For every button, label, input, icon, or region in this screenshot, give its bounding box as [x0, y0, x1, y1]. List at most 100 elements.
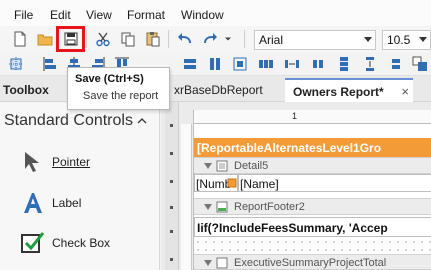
- font-name-value: Arial: [259, 33, 284, 47]
- band-header-summary[interactable]: ExecutiveSummaryProjectTotal: [194, 254, 431, 270]
- same-height-icon: [210, 58, 220, 70]
- undo-icon: [178, 33, 191, 44]
- toolbox-item-label[interactable]: Label: [20, 188, 155, 218]
- toolbox-header: Toolbox: [3, 83, 49, 97]
- label-icon: [24, 193, 42, 213]
- close-icon[interactable]: ×: [401, 84, 409, 99]
- redo-icon: [204, 33, 217, 44]
- expression-cell[interactable]: Iif(?IncludeFeesSummary, 'Accep: [194, 217, 431, 237]
- font-size-select[interactable]: 10.5: [382, 30, 431, 50]
- name-cell[interactable]: [Name]: [238, 174, 431, 192]
- tab-owners-report[interactable]: Owners Report* ×: [285, 78, 413, 102]
- tab-xrbasedbreport[interactable]: xrBaseDbReport: [166, 78, 271, 102]
- group-header-text: [ReportableAlternatesLevel1Gro: [197, 141, 382, 155]
- smart-tag-icon[interactable]: [227, 178, 237, 188]
- toolbox-item-label: Pointer: [52, 155, 91, 169]
- folder-icon: [37, 34, 53, 46]
- menu-window[interactable]: Window: [181, 8, 224, 22]
- strip-marker: [170, 152, 173, 155]
- layout-toolbar: [0, 52, 431, 76]
- clipboard-icon: [146, 32, 160, 47]
- tab-label: Owners Report*: [293, 85, 384, 99]
- menu-file[interactable]: File: [14, 8, 33, 22]
- toolbox-item-pointer[interactable]: Pointer: [20, 147, 155, 177]
- menu-format[interactable]: Format: [127, 8, 165, 22]
- band-label: Detail5: [234, 160, 269, 172]
- v-spacing-icon: [340, 57, 348, 71]
- chevron-down-icon: [225, 37, 231, 41]
- tooltip-title: Save (Ctrl+S): [75, 73, 144, 85]
- collapse-triangle-icon[interactable]: [204, 163, 212, 169]
- copy-icon: [121, 32, 135, 47]
- size-to-grid-button[interactable]: [230, 54, 250, 74]
- v-spacing-increase-icon: [366, 57, 374, 71]
- same-width-icon: [184, 59, 196, 69]
- toolbox-item-checkbox[interactable]: Check Box: [20, 228, 155, 258]
- menu-edit[interactable]: Edit: [50, 8, 71, 22]
- toolbox-item-label: Check Box: [52, 236, 111, 250]
- tooltip-description: Save the report: [83, 90, 159, 102]
- chevron-up-icon[interactable]: [137, 116, 147, 126]
- align-lefts-button[interactable]: [40, 54, 60, 74]
- band-grid: [194, 238, 431, 252]
- vertical-ruler: [181, 124, 192, 270]
- bring-to-front-button[interactable]: [410, 54, 430, 74]
- grid-align-icon: [9, 57, 23, 71]
- save-button-highlight: [56, 26, 85, 52]
- detail-band-icon: [216, 160, 228, 172]
- band-strip: [165, 102, 179, 270]
- report-designer: 1 [ReportableAlternatesLevel1Gro Detail5…: [161, 102, 431, 270]
- make-same-height-button[interactable]: [205, 54, 225, 74]
- h-spacing-equal-button[interactable]: [256, 54, 276, 74]
- toolbox-panel: Standard Controls Pointer Label Check Bo…: [0, 102, 160, 270]
- group-header-band[interactable]: [ReportableAlternatesLevel1Gro: [194, 138, 431, 157]
- new-file-button[interactable]: [10, 29, 30, 49]
- font-size-value: 10.5: [387, 33, 411, 47]
- ruler-mark: 1: [292, 111, 298, 121]
- band-header-footer[interactable]: ReportFooter2: [194, 198, 431, 215]
- new-file-icon: [14, 31, 26, 47]
- toolbox-item-label: Label: [52, 196, 82, 210]
- font-name-select[interactable]: Arial: [254, 30, 376, 50]
- strip-marker: [170, 180, 173, 183]
- open-button[interactable]: [35, 29, 55, 49]
- pointer-icon: [25, 152, 39, 172]
- h-spacing-icon: [259, 60, 273, 68]
- band-label: ExecutiveSummaryProjectTotal: [234, 257, 387, 269]
- paste-button[interactable]: [143, 29, 163, 49]
- tab-label: xrBaseDbReport: [174, 83, 263, 97]
- panel-header-row: Toolbox xrBaseDbReport Owners Report* ×: [0, 76, 431, 102]
- redo-dropdown[interactable]: [222, 29, 234, 49]
- menu-view[interactable]: View: [86, 8, 112, 22]
- v-spacing-equal-button[interactable]: [334, 54, 354, 74]
- summary-band-icon: [216, 257, 228, 269]
- redo-button[interactable]: [200, 29, 220, 49]
- size-grid-icon: [233, 57, 247, 71]
- collapse-triangle-icon[interactable]: [204, 204, 212, 210]
- expression-text: Iif(?IncludeFeesSummary, 'Accep: [197, 221, 388, 235]
- band-header-detail[interactable]: Detail5: [194, 157, 431, 174]
- cut-button[interactable]: [93, 29, 113, 49]
- make-same-width-button[interactable]: [180, 54, 200, 74]
- copy-button[interactable]: [118, 29, 138, 49]
- bring-to-front-icon: [412, 56, 427, 71]
- h-spacing-decrease-icon: [313, 60, 323, 68]
- strip-marker: [170, 124, 173, 127]
- standard-controls-header[interactable]: Standard Controls: [4, 112, 133, 130]
- band-label: ReportFooter2: [234, 201, 305, 213]
- v-spacing-decrease-button[interactable]: [386, 54, 406, 74]
- report-footer-icon: [216, 201, 228, 213]
- undo-button[interactable]: [175, 29, 195, 49]
- collapse-triangle-icon[interactable]: [204, 260, 212, 266]
- strip-marker: [170, 206, 173, 209]
- horizontal-ruler: 1: [193, 110, 431, 124]
- report-page[interactable]: [ReportableAlternatesLevel1Gro Detail5 […: [193, 124, 431, 270]
- align-to-grid-button[interactable]: [6, 54, 26, 74]
- scissors-icon: [96, 32, 110, 47]
- v-spacing-increase-button[interactable]: [360, 54, 380, 74]
- h-spacing-decrease-button[interactable]: [308, 54, 328, 74]
- chevron-down-icon: [364, 37, 372, 42]
- strip-marker: [170, 230, 173, 233]
- checkbox-icon: [21, 232, 45, 253]
- h-spacing-increase-button[interactable]: [282, 54, 302, 74]
